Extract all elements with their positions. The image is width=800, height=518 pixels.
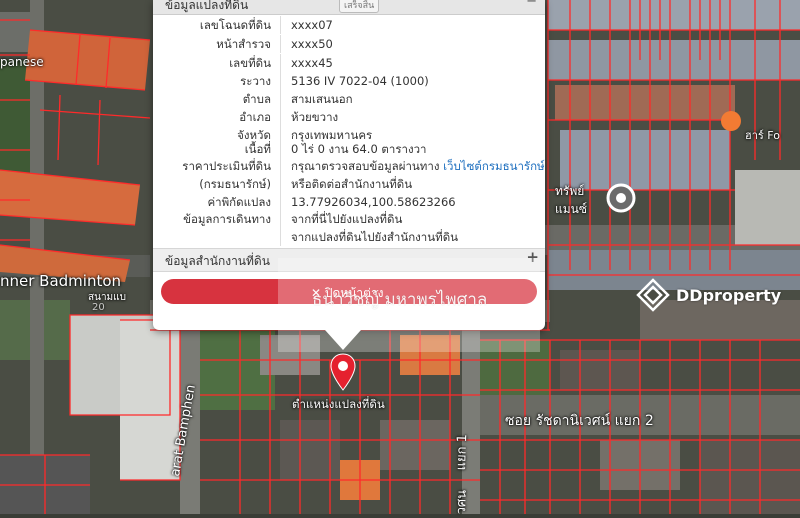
treasury-website-link[interactable]: เว็บไซต์กรมธนารักษ์ — [443, 159, 545, 173]
map-label-shop-mid-right: ทรัพย์ — [555, 184, 585, 198]
info-row: ระวาง 5136 IV 7022-04 (1000) — [153, 72, 545, 90]
coordinates-link[interactable]: 13.77926034,100.58623266 — [291, 193, 456, 211]
collapse-icon[interactable]: − — [526, 0, 537, 9]
info-key: ระวาง — [240, 74, 271, 88]
pin-label: ตำแหน่งแปลงที่ดิน — [292, 397, 385, 411]
info-value: xxxx45 — [291, 56, 333, 70]
status-badge: เสร็จสิ้น — [339, 0, 380, 13]
info-value: xxxx50 — [291, 37, 333, 51]
info-key: ข้อมูลการเดินทาง — [183, 212, 271, 226]
info-row: ราคาประเมินที่ดิน กรุณาตรวจสอบข้อมูลผ่าน… — [153, 157, 545, 175]
ddproperty-logo: DDproperty — [636, 278, 786, 314]
info-key: อำเภอ — [239, 110, 271, 124]
map-label-shop-top-right: ฮาร์ Fo — [745, 129, 780, 142]
info-key: ค่าพิกัดแปลง — [207, 195, 271, 209]
info-row: หน้าสำรวจ xxxx50 — [153, 35, 545, 53]
info-value: สามเสนนอก — [291, 92, 353, 106]
info-row: ค่าพิกัดแปลง 13.77926034,100.58623266 — [153, 193, 545, 211]
info-value: 0 ไร่ 0 งาน 64.0 ตารางวา — [291, 142, 427, 156]
info-row: (กรมธนารักษ์) หรือติดต่อสำนักงานที่ดิน — [153, 175, 545, 193]
info-value: 5136 IV 7022-04 (1000) — [291, 74, 429, 88]
info-row: เลขที่ดิน xxxx45 — [153, 54, 545, 72]
info-key: หน้าสำรวจ — [216, 37, 271, 51]
popup-header: ข้อมูลแปลงที่ดิน เสร็จสิ้น − — [153, 0, 545, 15]
info-key: เลขที่ดิน — [229, 56, 271, 70]
directions-to-office-link[interactable]: จากแปลงที่ดินไปยังสำนักงานที่ดิน — [291, 228, 458, 246]
map-label-road-vertical-1: แยก 1 — [453, 433, 471, 471]
map-label-soi-ratchada: ซอย รัชดานิเวศน์ แยก 2 — [505, 413, 654, 429]
info-key: ตำบล — [242, 92, 271, 106]
info-row: อำเภอ ห้วยขวาง — [153, 108, 545, 126]
map-label-shop-mid-right-2: แมนซ์ — [555, 202, 587, 216]
info-row: เลขโฉนดที่ดิน xxxx07 — [153, 16, 545, 34]
ddproperty-logo-text: DDproperty — [676, 286, 782, 305]
land-office-section-title: ข้อมูลสำนักงานที่ดิน — [165, 254, 270, 268]
info-row: จากแปลงที่ดินไปยังสำนักงานที่ดิน — [153, 228, 545, 246]
info-key: (กรมธนารักษ์) — [199, 177, 271, 191]
info-row: ตำบล สามเสนนอก — [153, 90, 545, 108]
info-key: เนื้อที่ — [244, 142, 271, 156]
map-label-japanese: panese — [0, 55, 44, 69]
info-value: ห้วยขวาง — [291, 110, 339, 124]
info-row: เนื้อที่ 0 ไร่ 0 งาน 64.0 ตารางวา — [153, 140, 545, 158]
popup-title: ข้อมูลแปลงที่ดิน — [165, 0, 249, 12]
location-pin-icon[interactable] — [329, 352, 357, 392]
ddproperty-logo-icon — [636, 278, 670, 312]
info-key: เลขโฉนดที่ดิน — [199, 18, 271, 32]
info-value: xxxx07 — [291, 18, 333, 32]
info-value: หรือติดต่อสำนักงานที่ดิน — [291, 177, 413, 191]
info-row: ข้อมูลการเดินทาง จากที่นี่ไปยังแปลงที่ดิ… — [153, 210, 545, 228]
map-label-number: 20 — [92, 302, 105, 313]
info-value: กรุณาตรวจสอบข้อมูลผ่านทาง — [291, 159, 440, 173]
map-label-road-vertical-2: วศน — [453, 489, 470, 515]
directions-to-parcel-link[interactable]: จากที่นี่ไปยังแปลงที่ดิน — [291, 210, 402, 228]
map-label-badminton: nner Badminton — [0, 272, 122, 290]
info-key: ราคาประเมินที่ดิน — [182, 159, 271, 173]
watermark-text: ธนาวิชญ์ มหาพรไพศาล — [312, 290, 488, 310]
